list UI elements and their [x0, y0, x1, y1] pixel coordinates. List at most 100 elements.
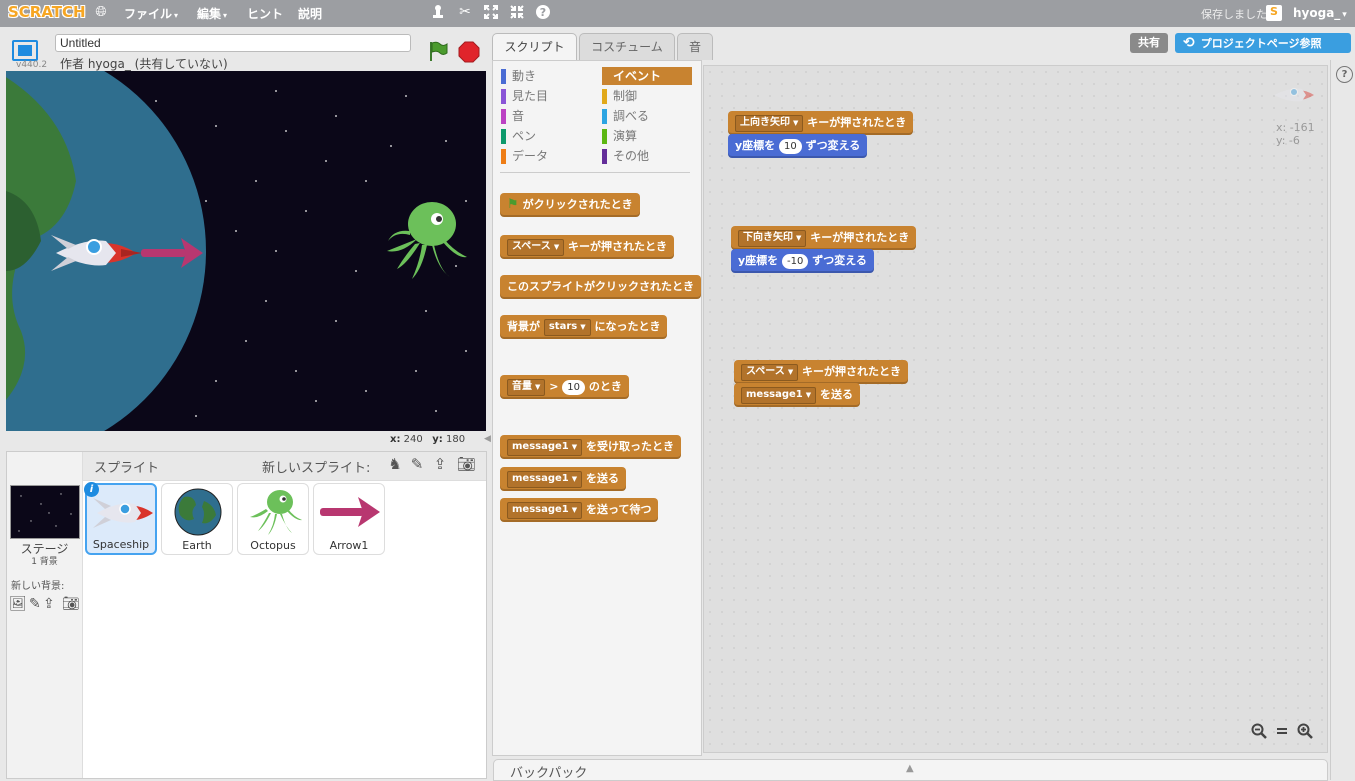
refresh-icon: ⟲: [1183, 35, 1195, 51]
script-up-arrow-hat[interactable]: 上向き矢印 ▼ キーが押されたとき: [728, 101, 914, 135]
script-change-y-by[interactable]: y座標を 10 ずつ変える: [728, 134, 868, 158]
category-motion[interactable]: 動き: [501, 67, 536, 85]
block-broadcast[interactable]: message1 ▼ を送る: [500, 467, 626, 491]
see-project-page-button[interactable]: ⟲ プロジェクトページ参照: [1175, 33, 1351, 53]
tab-sounds[interactable]: 音: [677, 33, 713, 60]
cut-scissors-icon[interactable]: ✂︎: [456, 4, 474, 20]
block-label: >: [549, 380, 559, 393]
category-swatch: [501, 129, 506, 144]
message-dropdown[interactable]: message1 ▼: [507, 438, 583, 456]
script-area[interactable]: [703, 65, 1328, 753]
sensor-dropdown[interactable]: 音量 ▼: [507, 378, 546, 396]
key-dropdown[interactable]: 下向き矢印 ▼: [738, 229, 807, 247]
user-menu[interactable]: hyoga_ ▾: [1293, 6, 1347, 20]
globe-icon[interactable]: 🌐︎: [92, 4, 110, 20]
duplicate-stamp-icon[interactable]: [429, 4, 447, 24]
message-dropdown[interactable]: message1 ▼: [507, 501, 583, 519]
dropdown-arrow-icon: ▼: [553, 242, 560, 251]
user-avatar-icon[interactable]: [1266, 5, 1282, 21]
menu-edit[interactable]: 編集 ▾: [197, 5, 227, 22]
choose-sprite-library-icon[interactable]: ♞: [386, 455, 404, 473]
chevron-down-icon: ▾: [223, 11, 228, 20]
dropdown-arrow-icon: ▼: [535, 382, 541, 391]
tab-scripts[interactable]: スクリプト: [492, 33, 577, 61]
new-sprite-label: 新しいスプライト:: [262, 461, 371, 476]
stage-thumbnail[interactable]: [10, 485, 80, 539]
stop-icon[interactable]: [458, 41, 480, 63]
script-space-key-hat[interactable]: スペース ▼ キーが押されたとき: [734, 350, 909, 384]
backdrop-library-icon[interactable]: 🖼︎: [9, 596, 27, 612]
category-label: その他: [613, 149, 650, 163]
menu-file[interactable]: ファイル ▾: [124, 5, 178, 22]
category-sensing[interactable]: 調べる: [602, 107, 649, 125]
stage-canvas[interactable]: [6, 71, 486, 431]
category-swatch: [501, 109, 506, 124]
block-when-key-pressed[interactable]: スペース ▼ キーが押されたとき: [500, 225, 675, 259]
message-dropdown[interactable]: message1 ▼: [741, 386, 817, 404]
block-when-sprite-clicked[interactable]: このスプライトがクリックされたとき: [500, 265, 701, 299]
category-sound[interactable]: 音: [501, 107, 524, 125]
zoom-in-icon[interactable]: [1296, 723, 1314, 741]
paint-brush-icon[interactable]: ✎: [29, 596, 41, 612]
collapse-stage-arrow-icon[interactable]: ◀: [484, 434, 491, 444]
script-broadcast[interactable]: message1 ▼ を送る: [734, 383, 860, 407]
help-circle-icon[interactable]: ?: [534, 4, 552, 24]
sprite-tile-earth[interactable]: Earth: [161, 483, 233, 555]
block-label: y座標を: [738, 254, 779, 267]
menu-tips[interactable]: ヒント: [247, 5, 283, 22]
block-when-i-receive[interactable]: message1 ▼ を受け取ったとき: [500, 425, 681, 459]
category-pen[interactable]: ペン: [501, 127, 536, 145]
zoom-reset-icon[interactable]: [1273, 723, 1291, 741]
upload-icon[interactable]: ⇪: [43, 596, 55, 612]
help-icon[interactable]: ?: [1336, 66, 1353, 83]
sprite-tile-arrow1[interactable]: Arrow1: [313, 483, 385, 555]
category-control[interactable]: 制御: [602, 87, 637, 105]
project-title-input[interactable]: [55, 34, 411, 52]
menu-about[interactable]: 説明: [298, 5, 322, 22]
green-flag-icon[interactable]: [427, 40, 449, 62]
change-y-value-input[interactable]: -10: [782, 253, 809, 269]
key-dropdown[interactable]: スペース ▼: [741, 363, 799, 381]
block-when-backdrop-switches[interactable]: 背景が stars ▼ になったとき: [500, 305, 668, 339]
dropdown-value: スペース: [512, 240, 551, 252]
info-icon[interactable]: i: [84, 482, 99, 497]
shrink-icon[interactable]: [508, 4, 526, 24]
tab-costumes[interactable]: コスチューム: [579, 33, 675, 60]
block-broadcast-and-wait[interactable]: message1 ▼ を送って待つ: [500, 498, 659, 522]
expand-arrow-icon[interactable]: ▲: [906, 763, 914, 774]
sensor-value-input[interactable]: 10: [562, 379, 586, 395]
category-operators[interactable]: 演算: [602, 127, 637, 145]
backdrop-dropdown[interactable]: stars ▼: [543, 318, 591, 336]
category-data[interactable]: データ: [501, 147, 548, 165]
zoom-out-icon[interactable]: [1250, 723, 1268, 741]
sprite-tile-octopus[interactable]: Octopus: [237, 483, 309, 555]
key-dropdown[interactable]: スペース ▼: [507, 238, 565, 256]
category-events[interactable]: イベント: [602, 67, 692, 85]
fullscreen-icon[interactable]: [12, 40, 38, 61]
x-value: 240: [403, 434, 423, 445]
sprite-y-readout: y: -6: [1276, 134, 1300, 147]
dropdown-arrow-icon: ▼: [580, 322, 586, 331]
camera-icon[interactable]: 📷︎: [62, 596, 80, 612]
category-more-blocks[interactable]: その他: [602, 147, 649, 165]
new-backdrop-label: 新しい背景:: [11, 581, 65, 592]
key-dropdown[interactable]: 上向き矢印 ▼: [735, 114, 804, 132]
scratch-logo[interactable]: SCRATCH: [8, 3, 86, 21]
script-down-arrow-hat[interactable]: 下向き矢印 ▼ キーが押されたとき: [731, 216, 917, 250]
category-looks[interactable]: 見た目: [501, 87, 548, 105]
mouse-coordinates: x: 240 y: 180: [390, 434, 465, 445]
paint-brush-icon[interactable]: ✎: [408, 455, 426, 473]
block-when-sensor-greater[interactable]: 音量 ▼ > 10 のとき: [500, 365, 629, 399]
share-button[interactable]: 共有: [1130, 33, 1168, 53]
change-y-value-input[interactable]: 10: [779, 138, 802, 154]
camera-icon[interactable]: 📷︎: [457, 455, 476, 473]
category-swatch: [501, 89, 506, 104]
script-change-y-by[interactable]: y座標を -10 ずつ変える: [731, 249, 874, 273]
block-label: になったとき: [594, 320, 661, 333]
block-when-flag-clicked[interactable]: ⚑ がクリックされたとき: [500, 183, 640, 217]
dropdown-value: 下向き矢印: [743, 231, 793, 243]
category-label: 演算: [613, 129, 638, 143]
grow-icon[interactable]: [482, 4, 500, 24]
upload-icon[interactable]: ⇪: [431, 455, 449, 473]
message-dropdown[interactable]: message1 ▼: [507, 470, 583, 488]
